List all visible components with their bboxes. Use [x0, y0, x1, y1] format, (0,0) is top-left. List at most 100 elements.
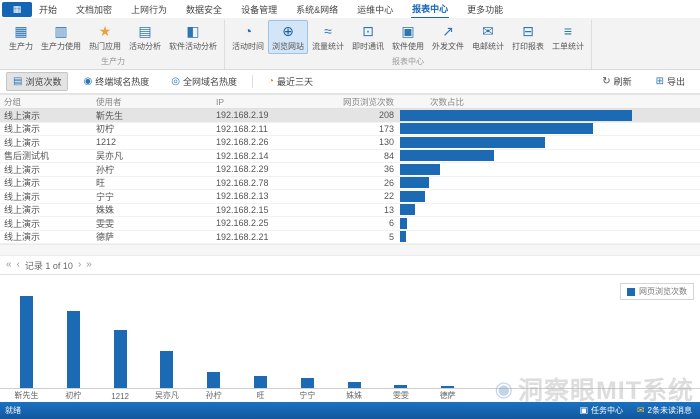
ribbon-button-label: 浏览网站 — [272, 41, 304, 52]
ribbon-button[interactable]: ≡工单统计 — [548, 20, 588, 54]
ribbon-button[interactable]: ◧软件活动分析 — [165, 20, 221, 54]
ratio-bar — [400, 137, 545, 148]
next-page-icon[interactable]: › — [78, 260, 81, 270]
ribbon-button[interactable]: ▣软件使用 — [388, 20, 428, 54]
table-cell: 1212 — [96, 137, 216, 147]
table-row[interactable]: 线上演示初柠192.168.2.11173 — [0, 123, 700, 137]
menu-tab[interactable]: 文档加密 — [75, 1, 113, 18]
column-header[interactable]: IP — [216, 97, 304, 107]
chart-bar[interactable] — [348, 382, 361, 388]
prev-page-icon[interactable]: ‹ — [17, 260, 20, 270]
toolbar-button[interactable]: ▤浏览次数 — [6, 72, 68, 91]
chart-category-label: 宁宁 — [299, 390, 315, 401]
chart-bar[interactable] — [20, 296, 33, 388]
ribbon-button[interactable]: ↗外发文件 — [428, 20, 468, 54]
unread-messages-label: 2条未读消息 — [648, 405, 692, 416]
horizontal-scrollbar[interactable] — [0, 244, 700, 256]
table-cell: 线上演示 — [4, 230, 96, 243]
toolbar-action-button[interactable]: ↻刷新 — [595, 72, 638, 91]
menu-tab[interactable]: 上网行为 — [130, 1, 168, 18]
menu-tab[interactable]: 更多功能 — [466, 1, 504, 18]
ribbon-button[interactable]: ⊟打印报表 — [508, 20, 548, 54]
toolbar-button[interactable]: ◎全网域名热度 — [164, 72, 244, 91]
column-header[interactable]: 分组 — [4, 96, 96, 108]
first-page-icon[interactable]: « — [6, 260, 12, 270]
ribbon-button[interactable]: ▤活动分析 — [125, 20, 165, 54]
ribbon-button[interactable]: ▥生产力使用 — [37, 20, 85, 54]
ribbon: ▦生产力▥生产力使用★热门应用▤活动分析◧软件活动分析生产力◔活动时间⊕浏览网站… — [0, 18, 700, 70]
legend-label: 网页浏览次数 — [639, 286, 687, 297]
ribbon-button[interactable]: ◔活动时间 — [228, 20, 268, 54]
ribbon-button-label: 热门应用 — [89, 41, 121, 52]
ribbon-group: ▦生产力▥生产力使用★热门应用▤活动分析◧软件活动分析生产力 — [2, 20, 225, 69]
table-cell: 192.168.2.25 — [216, 218, 304, 228]
table-row[interactable]: 线上演示德萨192.168.2.215 — [0, 231, 700, 245]
chart-bar[interactable] — [160, 351, 173, 388]
chart-bar[interactable] — [207, 372, 220, 388]
toolbar-button-label: 全网域名热度 — [183, 75, 237, 88]
column-header[interactable]: 网页浏览次数 — [304, 96, 398, 108]
software-activity-icon: ◧ — [186, 23, 199, 40]
toolbar-separator — [252, 75, 253, 88]
task-center-button[interactable]: ▣ 任务中心 — [579, 405, 623, 416]
recent-days-icon: ◔ — [268, 77, 274, 87]
ribbon-group-items: ◔活动时间⊕浏览网站≈流量统计⊡即时通讯▣软件使用↗外发文件✉电邮统计⊟打印报表… — [228, 20, 588, 55]
chart-bar[interactable] — [441, 386, 454, 388]
menu-tab[interactable]: 开始 — [38, 1, 58, 18]
table-row[interactable]: 线上演示宁宁192.168.2.1322 — [0, 190, 700, 204]
chart-bar[interactable] — [114, 330, 127, 388]
ribbon-button[interactable]: ✉电邮统计 — [468, 20, 508, 54]
export-icon: ⊞ — [656, 77, 664, 87]
active-time-icon: ◔ — [244, 23, 252, 40]
menu-tab[interactable]: 系统&网络 — [295, 1, 339, 18]
messages-icon: ✉ — [637, 406, 645, 415]
ribbon-button[interactable]: ⊡即时通讯 — [348, 20, 388, 54]
table-row[interactable]: 线上演示1212192.168.2.26130 — [0, 136, 700, 150]
ribbon-button-label: 生产力 — [9, 41, 33, 52]
ratio-bar — [400, 204, 415, 215]
menu-tab[interactable]: 设备管理 — [240, 1, 278, 18]
ratio-bar — [400, 191, 425, 202]
software-usage-icon: ▣ — [401, 23, 414, 40]
chart-bar[interactable] — [254, 376, 267, 388]
menu-tab[interactable]: 报表中心 — [411, 0, 449, 19]
outgoing-files-icon: ↗ — [442, 23, 454, 40]
hot-apps-icon: ★ — [99, 23, 112, 40]
chart-bar[interactable] — [67, 311, 80, 388]
ribbon-button-label: 工单统计 — [552, 41, 584, 52]
toolbar-button[interactable]: ◉终端域名热度 — [76, 72, 156, 91]
ribbon-group: ◔活动时间⊕浏览网站≈流量统计⊡即时通讯▣软件使用↗外发文件✉电邮统计⊟打印报表… — [225, 20, 592, 69]
table-row[interactable]: 线上演示姝姝192.168.2.1513 — [0, 204, 700, 218]
ribbon-button-label: 打印报表 — [512, 41, 544, 52]
toolbar-button[interactable]: ◔最近三天 — [261, 72, 320, 91]
ribbon-button[interactable]: ⊕浏览网站 — [268, 20, 308, 54]
toolbar-action-button[interactable]: ⊞导出 — [649, 72, 692, 91]
ribbon-button[interactable]: ▦生产力 — [5, 20, 37, 54]
table-cell: 雯雯 — [96, 217, 216, 230]
table-cell: 192.168.2.29 — [216, 164, 304, 174]
ratio-bar — [400, 110, 632, 121]
table-row[interactable]: 售后测试机吴亦凡192.168.2.1484 — [0, 150, 700, 164]
ratio-bar-cell — [398, 231, 700, 242]
column-header[interactable]: 次数占比 — [398, 96, 700, 108]
toolbar-action-label: 导出 — [667, 75, 685, 88]
table-row[interactable]: 线上演示靳先生192.168.2.19208 — [0, 109, 700, 123]
chart-bar[interactable] — [301, 378, 314, 388]
menu-tab[interactable]: 数据安全 — [185, 1, 223, 18]
refresh-icon: ↻ — [602, 77, 610, 87]
table-row[interactable]: 线上演示旺192.168.2.7826 — [0, 177, 700, 191]
chart-bar[interactable] — [394, 385, 407, 388]
last-page-icon[interactable]: » — [86, 260, 92, 270]
chart-category-label: 1212 — [111, 392, 129, 401]
table-cell: 线上演示 — [4, 163, 96, 176]
table-row[interactable]: 线上演示雯雯192.168.2.256 — [0, 217, 700, 231]
app-menu-button[interactable]: ▦ — [2, 2, 32, 17]
menu-tab[interactable]: 运维中心 — [356, 1, 394, 18]
ribbon-button[interactable]: ★热门应用 — [85, 20, 125, 54]
unread-messages-button[interactable]: ✉ 2条未读消息 — [637, 405, 692, 416]
table-header: 分组使用者IP网页浏览次数次数占比 — [0, 94, 700, 109]
pagination-bar: « ‹ 记录 1 of 10 › » — [0, 256, 700, 274]
column-header[interactable]: 使用者 — [96, 96, 216, 108]
table-row[interactable]: 线上演示孙柠192.168.2.2936 — [0, 163, 700, 177]
ribbon-button[interactable]: ≈流量统计 — [308, 20, 348, 54]
